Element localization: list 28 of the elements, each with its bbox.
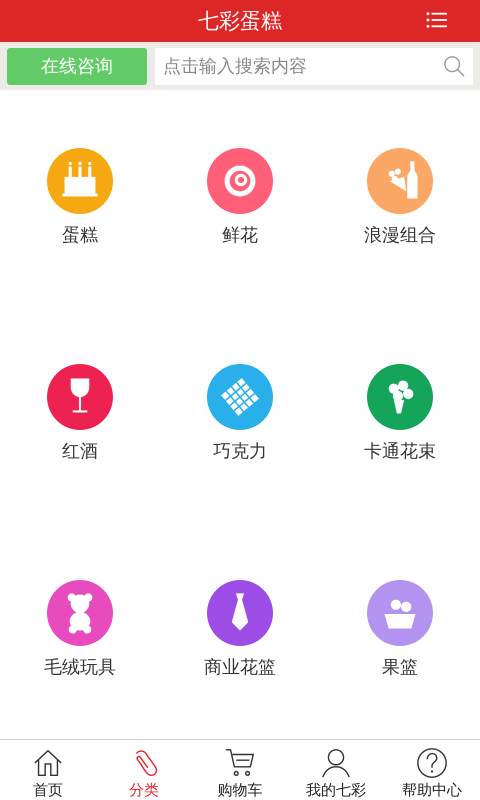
bouquet-icon[interactable]	[367, 364, 433, 430]
wine-glass-icon[interactable]	[47, 364, 113, 430]
menu-icon[interactable]	[426, 11, 448, 29]
category-label[interactable]: 蛋糕	[62, 223, 98, 247]
category-label[interactable]: 巧克力	[213, 439, 267, 463]
category-label[interactable]: 浪漫组合	[364, 223, 436, 247]
help-icon	[415, 746, 449, 780]
bottle-bouquet-icon[interactable]	[367, 148, 433, 214]
tab[interactable]: 首页	[0, 740, 96, 800]
category-label[interactable]: 鲜花	[222, 223, 258, 247]
search-icon[interactable]	[443, 54, 465, 76]
category-label[interactable]: 毛绒玩具	[44, 655, 116, 679]
app-title: 七彩蛋糕	[198, 8, 282, 35]
search-field[interactable]: 点击输入搜索内容	[155, 48, 473, 84]
category-label[interactable]: 卡通花束	[364, 439, 436, 463]
category-label[interactable]: 红酒	[62, 439, 98, 463]
tab[interactable]: 分类	[96, 740, 192, 800]
cake-icon[interactable]	[47, 148, 113, 214]
tab[interactable]: 帮助中心	[384, 740, 480, 800]
tab[interactable]: 购物车	[192, 740, 288, 800]
category-label[interactable]: 果篮	[382, 655, 418, 679]
category-label[interactable]: 商业花篮	[204, 655, 276, 679]
tie-icon[interactable]	[207, 580, 273, 646]
user-icon	[319, 746, 353, 780]
teddy-bear-icon[interactable]	[47, 580, 113, 646]
tab[interactable]: 我的七彩	[288, 740, 384, 800]
fruit-basket-icon[interactable]	[367, 580, 433, 646]
chocolate-icon[interactable]	[207, 364, 273, 430]
